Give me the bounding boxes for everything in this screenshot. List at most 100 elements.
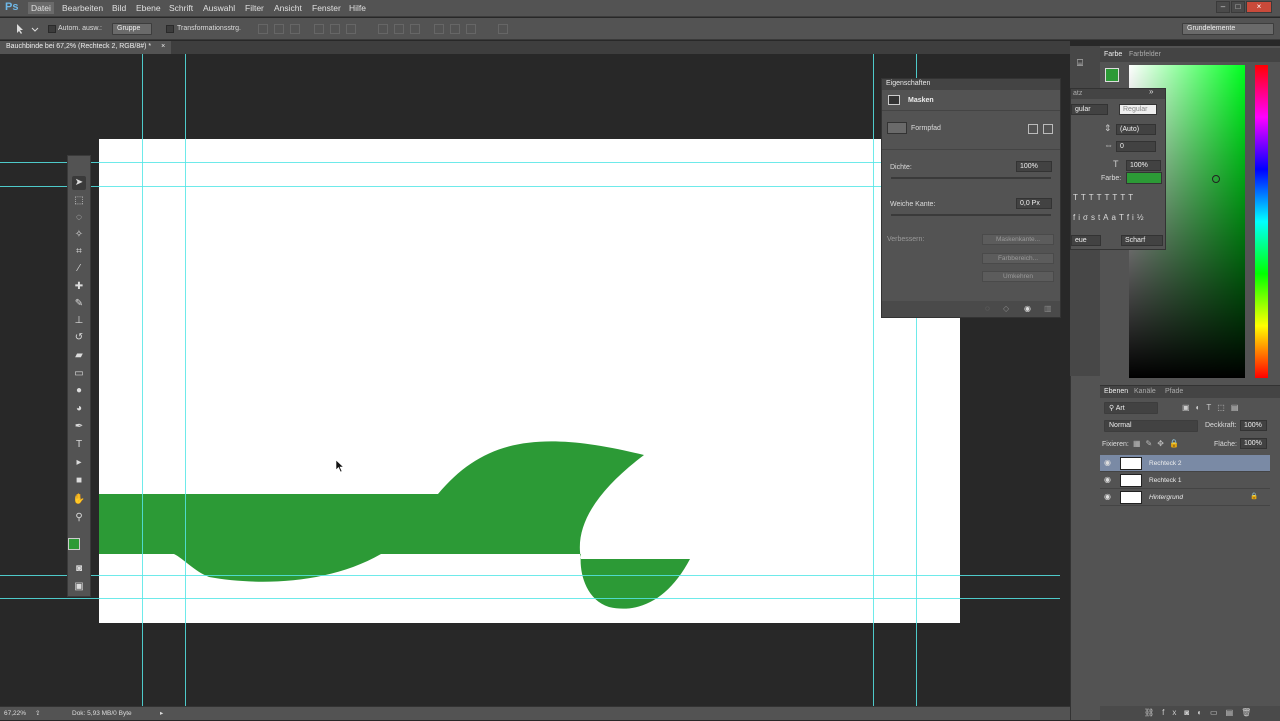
align-hcenter-icon[interactable] [330,24,340,34]
foreground-color-swatch[interactable] [68,538,80,550]
document-tab[interactable]: Bauchbinde bei 67,2% (Rechteck 2, RGB/8#… [0,41,172,54]
workspace-dropdown[interactable]: Grundelemente [1182,23,1274,35]
guide-vertical-1[interactable] [142,54,143,706]
opacity-field[interactable]: 100% [1240,420,1267,431]
layer-name[interactable]: Rechteck 2 [1149,460,1182,467]
gradient-tool-icon[interactable]: ▭ [72,367,86,381]
tab-paths[interactable]: Pfade [1165,388,1183,395]
tab-layers[interactable]: Ebenen [1104,388,1128,395]
text-style-buttons[interactable]: TTTTTTTT [1073,193,1136,202]
visibility-eye-icon[interactable]: ◉ [1104,476,1113,484]
menu-filter[interactable]: Filter [242,2,267,14]
guide-vertical-3[interactable] [873,54,874,706]
hand-tool-icon[interactable]: ✋ [72,493,86,507]
tab-channels[interactable]: Kanäle [1134,388,1156,395]
layer-row[interactable]: ◉ Hintergrund 🔒 [1100,489,1270,506]
green-shape[interactable] [99,139,960,623]
auto-select-checkbox[interactable] [48,25,56,33]
path-selection-tool-icon[interactable]: ▸ [72,456,86,470]
text-color-swatch[interactable] [1126,172,1162,184]
language-partial[interactable]: eue [1071,235,1101,246]
menu-schrift[interactable]: Schrift [166,2,196,14]
antialias-dropdown[interactable]: Scharf [1121,235,1163,246]
add-pixel-mask-icon[interactable] [1028,124,1038,134]
scale-field[interactable]: 100% [1126,160,1161,171]
type-tool-icon[interactable]: T [72,438,86,452]
mask-edge-button[interactable]: Maskenkante... [982,234,1054,245]
tab-close-icon[interactable]: × [161,43,165,50]
guide-vertical-2[interactable] [185,54,186,706]
color-panel-swatch[interactable] [1105,68,1119,82]
minimize-icon[interactable]: – [1216,1,1230,13]
load-selection-icon[interactable]: ◌ [985,304,990,313]
menu-hilfe[interactable]: Hilfe [346,2,369,14]
layer-filter-icons[interactable]: ▣◐T⬚▤ [1182,403,1244,412]
font-style-partial[interactable]: gular [1071,104,1108,115]
picker-handle[interactable] [1212,175,1220,183]
stamp-tool-icon[interactable]: ⊥ [72,314,86,328]
tab-swatches[interactable]: Farbfelder [1129,51,1161,58]
distribute-hcenter-icon[interactable] [450,24,460,34]
eyedropper-tool-icon[interactable]: ⁄ [72,262,86,276]
crop-tool-icon[interactable]: ⌗ [72,245,86,259]
delete-mask-icon[interactable]: ▥ [1044,304,1052,313]
layer-row[interactable]: ◉ Rechteck 2 [1100,455,1270,472]
move-tool-preset-icon[interactable] [14,23,40,35]
dodge-tool-icon[interactable]: ◕ [72,402,86,416]
density-field[interactable]: 100% [1016,161,1052,172]
layer-filter-dropdown[interactable]: ⚲ Art [1104,402,1158,414]
layer-row[interactable]: ◉ Rechteck 1 [1100,472,1270,489]
align-vcenter-icon[interactable] [274,24,284,34]
apply-mask-icon[interactable]: ◇ [1003,304,1009,313]
marquee-tool-icon[interactable]: ⬚ [72,194,86,208]
layer-name[interactable]: Hintergrund [1149,494,1183,501]
distribute-left-icon[interactable] [434,24,444,34]
align-bottom-icon[interactable] [290,24,300,34]
quick-mask-icon[interactable]: ◙ [72,562,86,576]
blur-tool-icon[interactable]: ● [72,384,86,398]
screen-mode-icon[interactable]: ▣ [72,580,86,594]
close-icon[interactable]: × [1246,1,1272,13]
pen-tool-icon[interactable]: ✒ [72,420,86,434]
distribute-top-icon[interactable] [378,24,388,34]
color-range-button[interactable]: Farbbereich... [982,253,1054,264]
toggle-mask-visibility-icon[interactable]: ◉ [1024,304,1031,313]
vector-mask-thumbnail[interactable] [887,122,907,134]
history-panel-icon[interactable]: ⌸ [1077,58,1091,72]
transform-controls-checkbox[interactable] [166,25,174,33]
density-slider[interactable] [891,177,1051,179]
align-right-icon[interactable] [346,24,356,34]
guide-horizontal-3[interactable] [0,575,1060,576]
distribute-vcenter-icon[interactable] [394,24,404,34]
auto-align-icon[interactable] [498,24,508,34]
healing-brush-tool-icon[interactable]: ✚ [72,280,86,294]
menu-fenster[interactable]: Fenster [309,2,344,14]
text-opentype-buttons[interactable]: fiσstAaTfi½ [1073,213,1147,222]
tab-color[interactable]: Farbe [1104,51,1122,58]
export-icon[interactable]: ⇪ [35,709,40,717]
menu-auswahl[interactable]: Auswahl [200,2,238,14]
tracking-field[interactable]: 0 [1116,141,1156,152]
visibility-eye-icon[interactable]: ◉ [1104,459,1113,467]
maximize-icon[interactable]: □ [1231,1,1245,13]
feather-field[interactable]: 0,0 Px [1016,198,1052,209]
blend-mode-dropdown[interactable]: Normal [1104,420,1198,432]
distribute-bottom-icon[interactable] [410,24,420,34]
guide-horizontal-4[interactable] [0,598,1060,599]
menu-datei[interactable]: Datei [28,2,54,14]
status-menu-arrow-icon[interactable]: ▸ [160,709,163,717]
auto-select-dropdown[interactable]: Gruppe [112,23,152,35]
lasso-tool-icon[interactable]: ◌ [72,211,86,225]
add-vector-mask-icon[interactable] [1043,124,1053,134]
document-canvas[interactable] [99,139,960,623]
distribute-right-icon[interactable] [466,24,476,34]
font-style-field[interactable]: Regular [1119,104,1157,115]
character-tab[interactable]: atz [1073,90,1082,97]
collapse-icon[interactable]: » [1149,87,1153,96]
layers-footer-icons[interactable]: ⛓fx◙◐▭▤🗑 [1144,708,1259,717]
menu-bild[interactable]: Bild [109,2,129,14]
move-tool-icon[interactable]: ➤ [72,176,86,190]
brush-tool-icon[interactable]: ✎ [72,297,86,311]
history-brush-tool-icon[interactable]: ↺ [72,331,86,345]
invert-button[interactable]: Umkehren [982,271,1054,282]
